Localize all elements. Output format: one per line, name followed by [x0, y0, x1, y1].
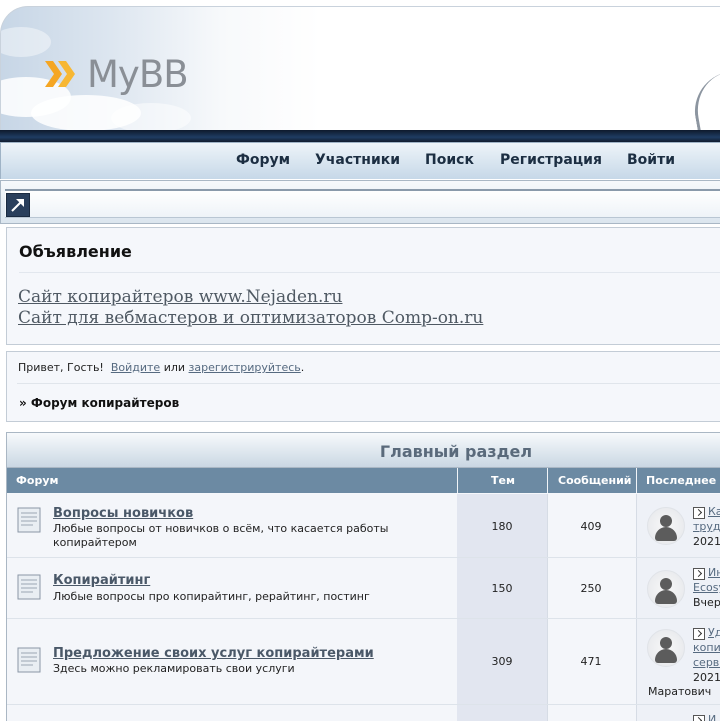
- last-post-link-cont[interactable]: Ecosy: [693, 581, 720, 594]
- table-row: Предложение своих услуг копирайтерами Зд…: [7, 619, 720, 705]
- nav-login[interactable]: Войти: [627, 152, 675, 168]
- last-post-link[interactable]: Ка: [708, 505, 720, 518]
- last-post-date: 2021: [693, 671, 720, 684]
- nav-forum[interactable]: Форум: [236, 152, 290, 168]
- last-post-link-cont2[interactable]: серви: [693, 656, 720, 669]
- greeting-text: Привет, Гость!: [18, 361, 104, 374]
- welcome-box: Привет, Гость! Войдите или зарегистрируй…: [6, 351, 720, 422]
- forum-link[interactable]: Копирайтинг: [53, 573, 150, 588]
- nav-search[interactable]: Поиск: [425, 152, 474, 168]
- toolbar-panel: [0, 180, 720, 224]
- expand-arrow-icon: [11, 199, 24, 212]
- table-row: Копирайтинг Любые вопросы про копирайтин…: [7, 558, 720, 619]
- post-count: 250: [580, 582, 602, 595]
- topic-count: 309: [491, 655, 513, 668]
- last-post-link-cont[interactable]: копи: [693, 641, 720, 654]
- forum-read-icon: [17, 507, 41, 533]
- toolbar-strip: [5, 189, 720, 218]
- category-title: Главный раздел: [379, 442, 533, 461]
- forum-link[interactable]: Предложение своих услуг копирайтерами: [53, 646, 374, 661]
- announcement-divider: [19, 272, 720, 273]
- forum-link[interactable]: Вопросы новичков: [53, 506, 193, 521]
- forum-read-icon: [17, 647, 41, 673]
- topic-count: 180: [491, 520, 513, 533]
- col-topics: Тем: [491, 474, 515, 487]
- welcome-line: Привет, Гость! Войдите или зарегистрируй…: [18, 361, 304, 374]
- ad-link-comp-on[interactable]: Сайт для вебмастеров и оптимизаторов Com…: [18, 308, 483, 328]
- forum-read-icon: [17, 574, 41, 600]
- column-header-row: Форум Тем Сообщений Последнее со: [7, 468, 720, 493]
- goto-last-post-icon[interactable]: [693, 715, 705, 721]
- main-navigation: Форум Участники Поиск Регистрация Войти: [0, 142, 720, 179]
- last-post-link[interactable]: Уд: [708, 626, 720, 639]
- nav-register[interactable]: Регистрация: [500, 152, 602, 168]
- header-divider: [0, 130, 720, 142]
- ad-link-nejaden[interactable]: Сайт копирайтеров www.Nejaden.ru: [18, 287, 342, 307]
- post-count: 471: [580, 655, 602, 668]
- mybb-logo-text[interactable]: MyBB: [87, 53, 189, 96]
- welcome-divider: [17, 383, 720, 384]
- avatar[interactable]: [647, 570, 685, 608]
- last-post-link[interactable]: Ин: [708, 566, 720, 579]
- category-header[interactable]: Главный раздел: [7, 433, 720, 468]
- table-row: И: [7, 705, 720, 721]
- login-link[interactable]: Войдите: [111, 361, 160, 374]
- header-banner: MyBB: [0, 6, 720, 131]
- goto-last-post-icon[interactable]: [693, 568, 705, 580]
- announcement-title: Объявление: [19, 242, 132, 261]
- forum-description: Любые вопросы от новичков о всём, что ка…: [53, 522, 389, 549]
- breadcrumb[interactable]: » Форум копирайтеров: [19, 396, 179, 410]
- forum-description: Любые вопросы про копирайтинг, рерайтинг…: [53, 590, 370, 603]
- goto-last-post-icon[interactable]: [693, 507, 705, 519]
- avatar[interactable]: [647, 629, 685, 667]
- feather-decoration: [688, 67, 720, 131]
- col-forum: Форум: [16, 474, 59, 487]
- col-posts: Сообщений: [558, 474, 632, 487]
- last-post-author[interactable]: Маратович: [648, 685, 711, 698]
- topic-count: 150: [491, 582, 513, 595]
- last-post-date: Вчер: [693, 596, 720, 609]
- last-post-date: 2021: [693, 535, 720, 548]
- register-link[interactable]: зарегистрируйтесь: [189, 361, 301, 374]
- table-row: Вопросы новичков Любые вопросы от новичк…: [7, 494, 720, 558]
- or-text: или: [163, 361, 186, 374]
- expand-button[interactable]: [6, 193, 30, 217]
- nav-members[interactable]: Участники: [315, 152, 400, 168]
- avatar[interactable]: [647, 507, 685, 545]
- post-count: 409: [580, 520, 602, 533]
- announcement-box: Объявление Сайт копирайтеров www.Nejaden…: [6, 227, 720, 345]
- mybb-logo-icon: [45, 61, 75, 87]
- forum-description: Здесь можно рекламировать свои услуги: [53, 662, 295, 675]
- forum-table: Главный раздел Форум Тем Сообщений После…: [6, 432, 720, 721]
- goto-last-post-icon[interactable]: [693, 628, 705, 640]
- period-text: .: [300, 361, 305, 374]
- col-last-post: Последнее со: [646, 474, 720, 487]
- last-post-link-cont[interactable]: труд: [693, 520, 720, 533]
